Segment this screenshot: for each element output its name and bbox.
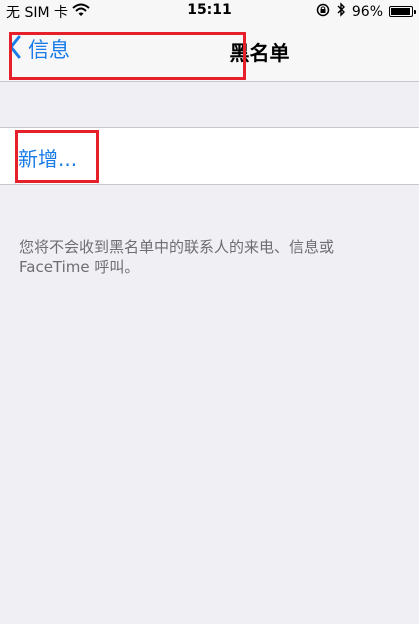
rotation-lock-icon (316, 3, 330, 21)
page-title: 黑名单 (229, 41, 290, 65)
add-new-button[interactable]: 新增... (18, 143, 77, 172)
blocked-list-group: 新增... (0, 127, 419, 185)
battery-fill (391, 8, 411, 15)
navigation-bar: 信息 黑名单 (0, 24, 419, 82)
battery-icon (389, 6, 416, 17)
battery-percent: 96% (351, 3, 383, 20)
bluetooth-icon (336, 2, 346, 21)
status-bar: 无 SIM 卡 15:11 96% (0, 0, 419, 24)
footer-description: 您将不会收到黑名单中的联系人的来电、信息或 FaceTime 呼叫。 (19, 238, 335, 276)
status-right: 96% (316, 2, 416, 21)
